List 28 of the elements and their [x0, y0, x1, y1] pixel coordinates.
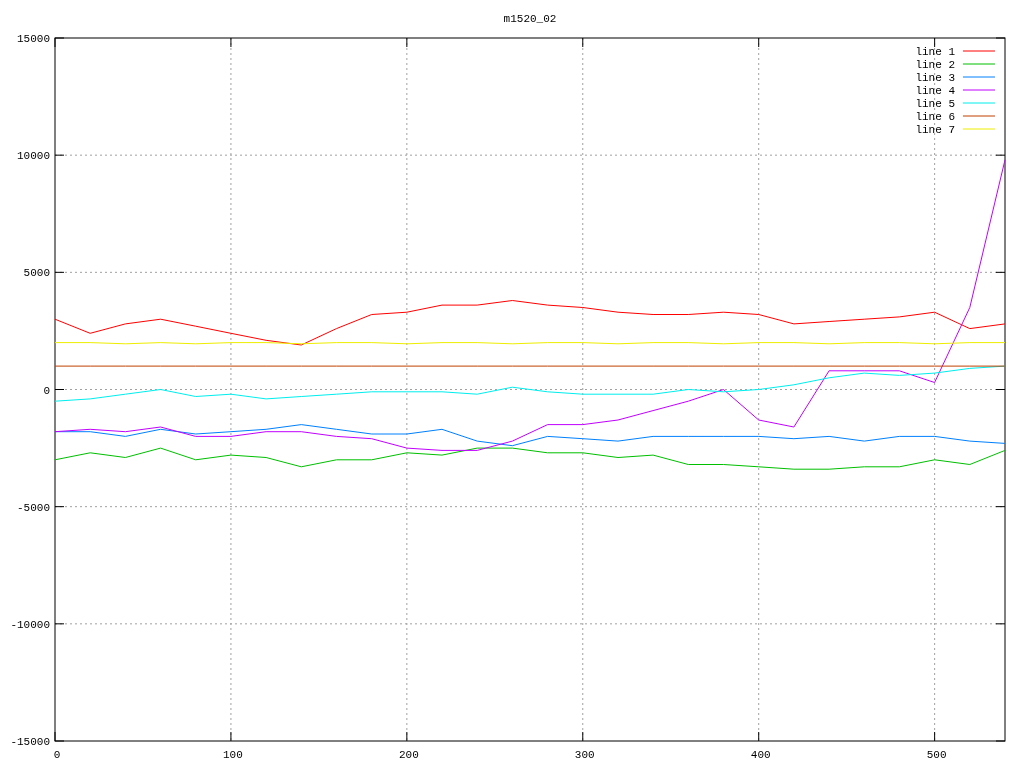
x-tick-label: 200 — [398, 749, 419, 761]
y-tick-label: 5000 — [23, 267, 50, 280]
legend-line — [962, 89, 996, 91]
x-tick-label: 500 — [926, 749, 947, 761]
legend-line — [962, 50, 996, 52]
x-tick-label: 300 — [574, 749, 595, 761]
legend-label: line 2 — [915, 59, 955, 71]
y-tick-label: 15000 — [17, 33, 50, 45]
legend-label: line 1 — [915, 46, 955, 58]
y-tick-label: -15000 — [10, 736, 50, 748]
legend-line — [962, 63, 996, 65]
y-tick-label: -10000 — [10, 618, 50, 631]
chart-title: m1520_02 — [503, 13, 557, 25]
legend-line — [962, 115, 996, 117]
x-tick-label: 0 — [53, 749, 61, 761]
legend-line — [962, 102, 996, 104]
legend-line — [962, 128, 996, 130]
x-tick-label: 100 — [223, 749, 243, 761]
x-tick-label: 400 — [750, 749, 771, 761]
legend-label: line 5 — [915, 98, 955, 110]
y-tick-label: -5000 — [17, 501, 50, 514]
y-tick-label: 10000 — [17, 150, 50, 163]
legend-label: line 7 — [915, 124, 955, 136]
legend-line — [962, 76, 996, 78]
legend-label: line 6 — [915, 111, 955, 123]
y-tick-label: 0 — [43, 384, 50, 397]
legend-label: line 4 — [915, 85, 955, 97]
legend-label: line 3 — [915, 72, 955, 84]
